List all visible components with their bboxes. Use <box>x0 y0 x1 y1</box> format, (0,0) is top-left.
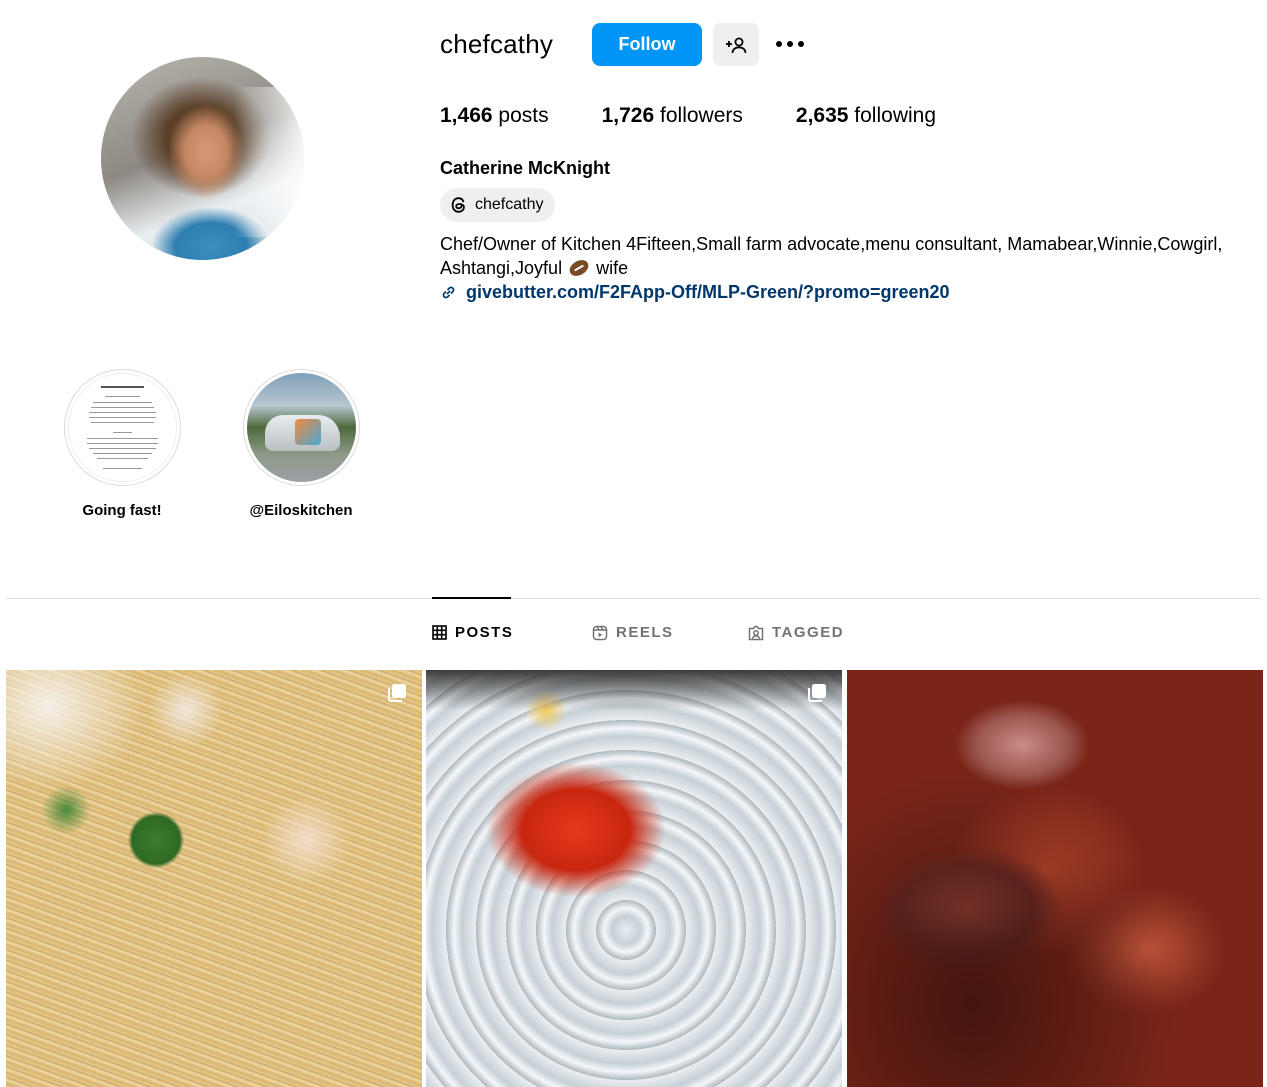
profile-link-text: givebutter.com/F2FApp-Off/MLP-Green/?pro… <box>466 282 950 302</box>
post-tile-lobster[interactable] <box>426 670 842 1087</box>
avatar-glare <box>234 87 304 237</box>
profile-username: chefcathy <box>440 29 554 59</box>
profile-link[interactable]: givebutter.com/F2FApp-Off/MLP-Green/?pro… <box>440 282 950 303</box>
profile-stats: 1,466 posts 1,726 followers 2,635 follow… <box>440 104 989 128</box>
tagged-icon <box>748 625 764 640</box>
post-tile-braised-meat[interactable] <box>847 670 1263 1087</box>
follow-button[interactable]: Follow <box>592 23 702 66</box>
carousel-icon <box>388 684 406 702</box>
highlight-cover-document <box>67 373 177 482</box>
reels-icon <box>592 625 608 640</box>
post-tile-spaghetti[interactable] <box>6 670 422 1087</box>
highlight-label: Going fast! <box>82 502 162 519</box>
tab-tagged-label: TAGGED <box>772 624 845 641</box>
tab-reels-label: REELS <box>616 624 674 641</box>
link-icon <box>442 286 455 299</box>
bio-text: Chef/Owner of Kitchen 4Fifteen,Small far… <box>440 234 1223 278</box>
profile-full-name: Catherine McKnight <box>440 158 611 178</box>
profile-bio: Chef/Owner of Kitchen 4Fifteen,Small far… <box>440 232 1260 280</box>
bio-tail: wife <box>596 258 629 278</box>
tab-tagged[interactable]: TAGGED <box>748 624 844 641</box>
tab-reels[interactable]: REELS <box>592 624 674 641</box>
tab-posts[interactable]: POSTS <box>432 624 513 641</box>
stat-followers[interactable]: 1,726 followers <box>602 104 743 128</box>
stat-posts: 1,466 posts <box>440 104 549 127</box>
threads-handle: chefcathy <box>475 196 544 213</box>
grid-icon <box>432 625 447 640</box>
carousel-icon <box>808 684 826 702</box>
american-football-emoji <box>566 256 592 280</box>
person-add-icon <box>726 37 747 53</box>
more-horizontal-icon <box>776 41 804 47</box>
highlight-cover-trailer <box>246 373 356 482</box>
highlight-eiloskitchen[interactable]: @Eiloskitchen <box>241 369 361 519</box>
highlight-ring <box>63 369 181 486</box>
active-tab-indicator <box>432 597 511 599</box>
highlight-label: @Eiloskitchen <box>249 502 353 519</box>
tabs-divider <box>6 598 1261 599</box>
highlight-going-fast[interactable]: Going fast! <box>62 369 182 519</box>
threads-badge[interactable]: chefcathy <box>440 188 556 222</box>
more-options-button[interactable] <box>770 29 810 59</box>
profile-avatar[interactable] <box>101 57 304 260</box>
stat-following[interactable]: 2,635 following <box>796 104 936 128</box>
suggested-accounts-button[interactable] <box>713 23 759 66</box>
trailer-art <box>294 419 321 445</box>
highlight-ring <box>242 369 360 486</box>
threads-icon <box>451 197 465 213</box>
tab-posts-label: POSTS <box>455 624 514 641</box>
